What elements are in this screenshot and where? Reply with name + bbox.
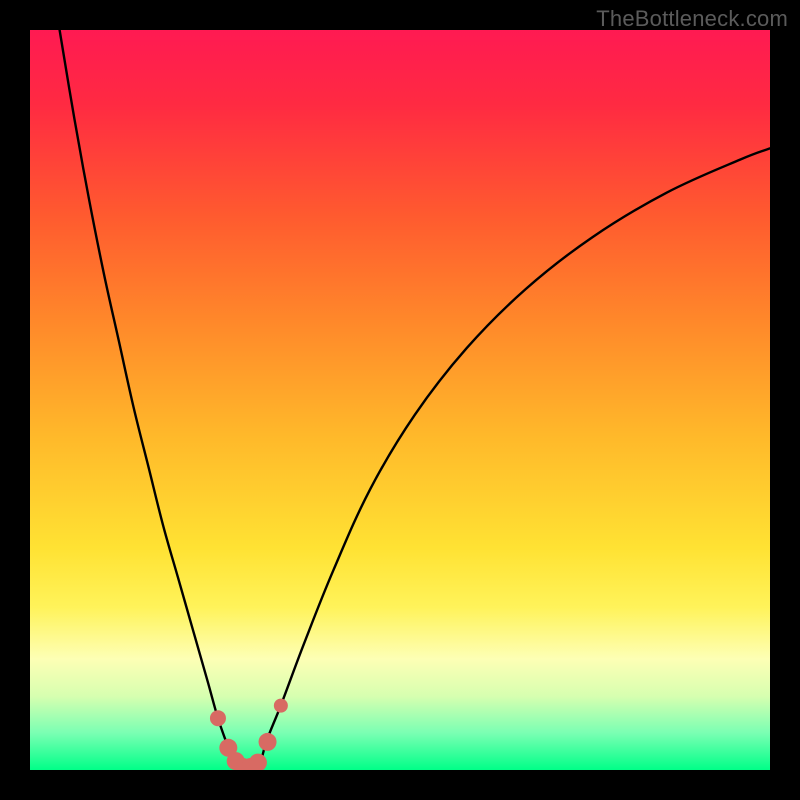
plot-area	[30, 30, 770, 770]
watermark-text: TheBottleneck.com	[596, 6, 788, 32]
background-gradient	[30, 30, 770, 770]
chart-frame: TheBottleneck.com	[0, 0, 800, 800]
